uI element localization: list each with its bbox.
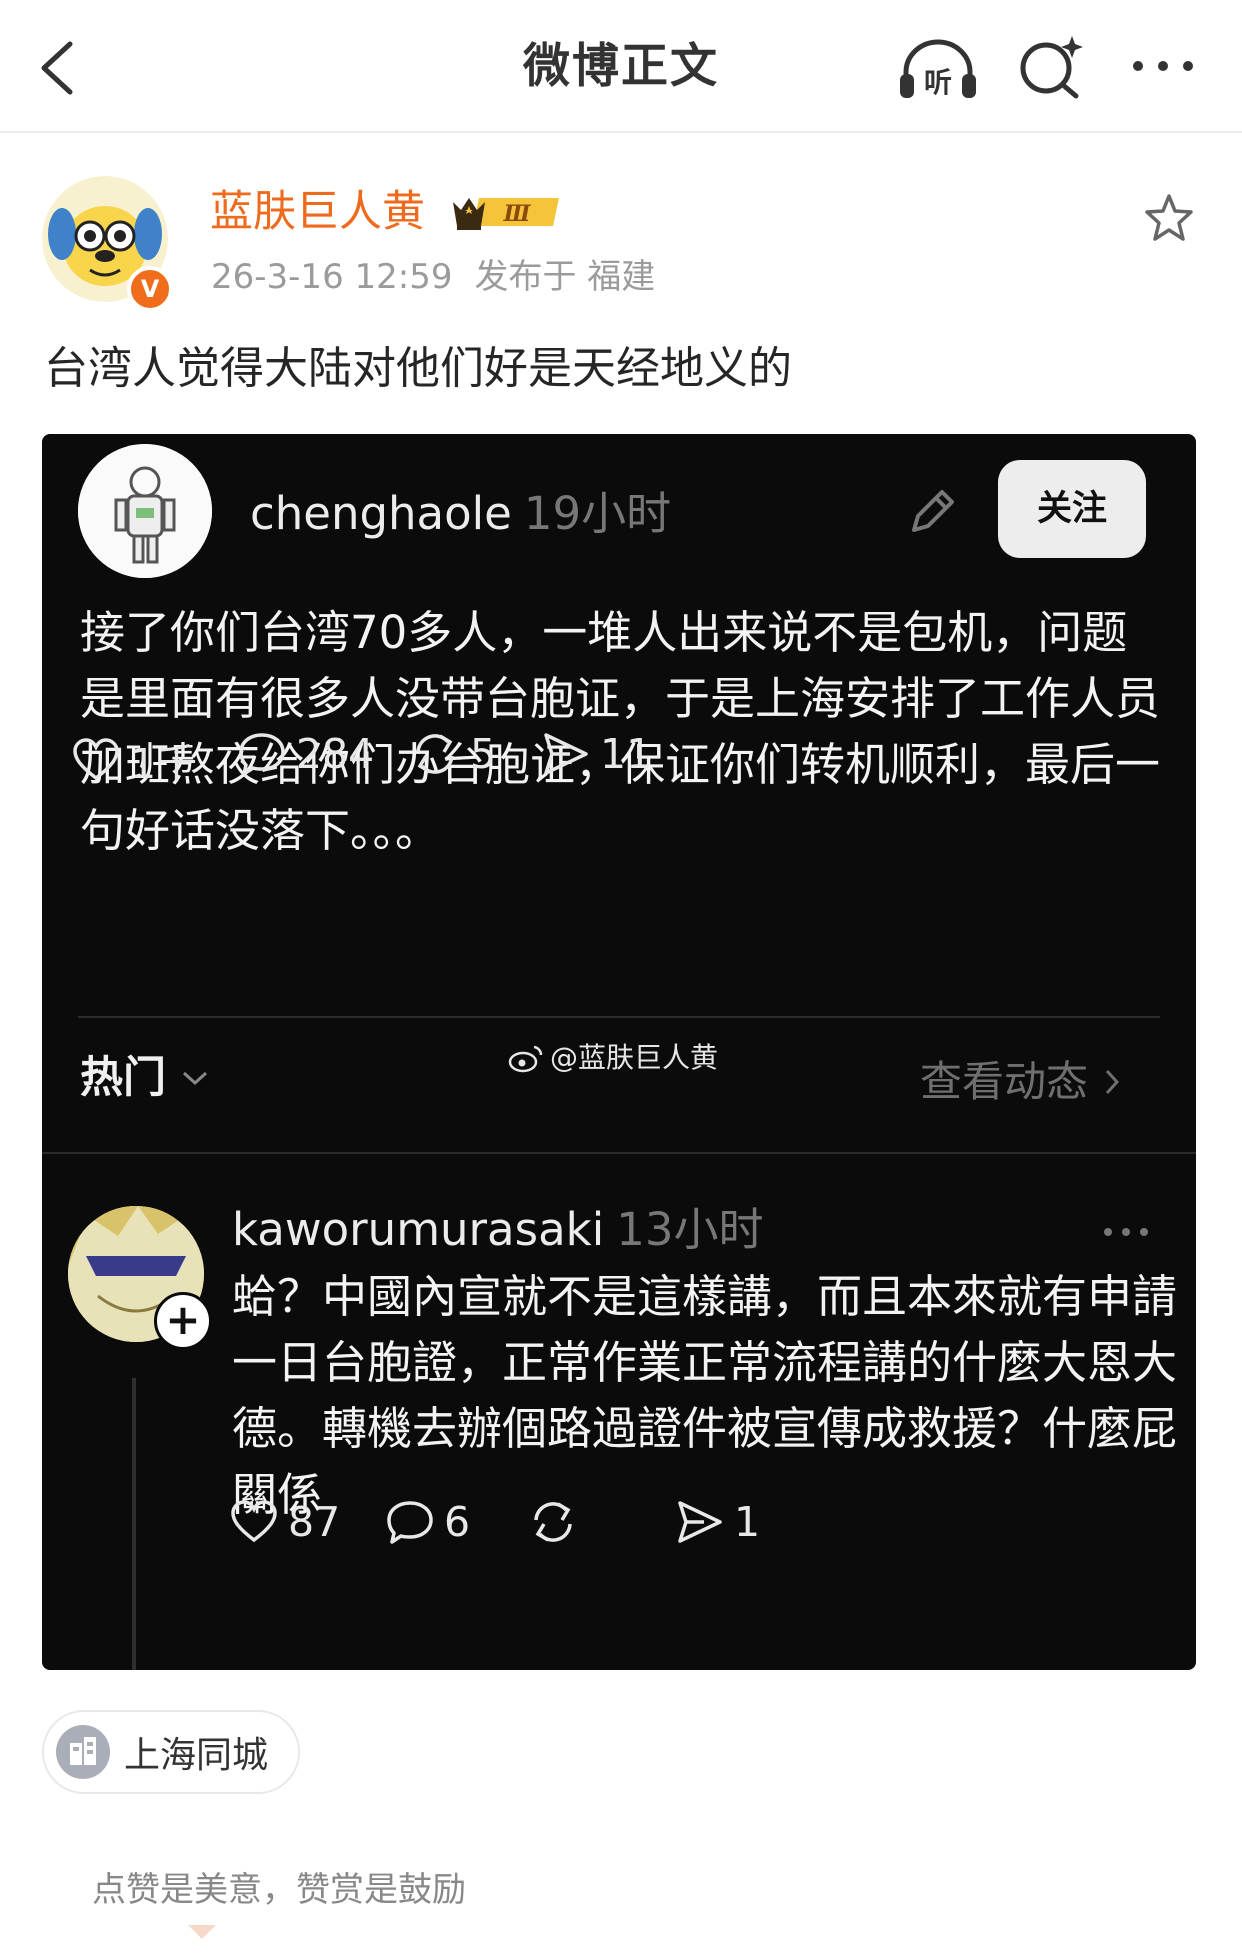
reply-like-stat: 87 [230,1498,340,1546]
repost-arrows-icon [534,1502,572,1542]
embedded-username: chenghaole [250,487,512,540]
edit-pencil-icon [912,490,954,532]
vip-level: Ⅲ [503,201,532,227]
divider [42,1152,1196,1154]
hot-sort-label: 热门 [80,1053,166,1103]
verified-badge: V [127,266,173,312]
post-date: 26-3-16 12:59 [211,257,453,297]
embedded-share-count: 11 [600,730,653,778]
favorite-star-icon[interactable] [1143,192,1195,244]
thread-line [132,1378,136,1670]
heart-icon [73,738,119,781]
author-name[interactable]: 蓝肤巨人黄 [210,182,425,242]
post-meta: 26-3-16 12:59 发布于 福建 [211,254,677,300]
repost-arrows-icon [416,734,454,774]
embedded-username-line: chenghaole 19小时 [250,482,671,546]
embedded-screenshot[interactable]: chenghaole 19小时 关注 接了你们台湾70多人，一堆人出来说不是包机，… [42,434,1196,1670]
share-send-icon [544,733,588,775]
follow-plus-icon: + [154,1292,212,1350]
reply-post-time: 13小时 [616,1203,764,1256]
listen-label: 听 [924,66,952,99]
weibo-logo-icon [508,1045,543,1073]
comment-bubble-icon [387,1501,433,1544]
post-location: 发布于 福建 [474,257,656,297]
embedded-like-stat: 1千 [72,730,197,790]
reply-username: kaworumurasaki [232,1203,605,1256]
vip-crown-badge[interactable]: Ⅲ [449,190,567,234]
watermark-text: @蓝肤巨人黄 [550,1041,719,1074]
more-options-icon[interactable] [1128,54,1198,78]
reply-comment-count: 6 [444,1498,471,1546]
topic-label: 上海同城 [124,1735,269,1776]
share-send-icon [678,1501,722,1543]
embedded-comment-count: 284 [296,730,375,778]
reply-username-line: kaworumurasaki 13小时 [232,1198,763,1262]
embedded-repost-count: 5 [470,730,497,778]
topic-chip-shanghai[interactable]: 上海同城 [42,1710,300,1794]
embedded-post-time: 19小时 [523,487,672,540]
view-activity-link: 查看动态 [920,1054,1120,1110]
post-text: 台湾人觉得大陆对他们好是天经地义的 [44,343,792,394]
reply-like-count: 87 [288,1498,341,1546]
follow-button: 关注 [998,460,1146,558]
divider [78,1016,1160,1018]
reply-body: 蛤？中國內宣就不是這樣講，而且本來就有申請一日台胞證，正常作業正常流程講的什麼大… [232,1270,1178,1521]
search-icon[interactable] [1016,34,1086,100]
city-building-icon [56,1725,110,1779]
comment-bubble-icon [239,733,285,776]
reply-share-stat: 1 [676,1498,760,1546]
embedded-user-avatar [78,444,212,578]
reply-repost-stat [528,1498,588,1546]
hot-sort-dropdown: 热门 [80,1050,210,1106]
embedded-repost-stat: 5 [410,730,496,778]
reply-share-count: 1 [734,1498,761,1546]
more-options-icon [1104,1228,1148,1236]
embedded-like-count: 1千 [130,740,198,788]
heart-icon [231,1500,277,1543]
listen-headphones-icon[interactable]: 听 [896,38,980,102]
reward-prompt: 点赞是美意，赞赏是鼓励 [92,1870,466,1910]
view-activity-label: 查看动态 [920,1057,1089,1106]
reply-comment-stat: 6 [386,1498,470,1546]
weibo-watermark: @蓝肤巨人黄 [508,1038,718,1078]
embedded-share-stat: 11 [542,730,652,778]
reward-pointer [188,1925,216,1939]
chevron-down-icon [182,1071,208,1086]
embedded-comment-stat: 284 [238,730,374,778]
chevron-right-icon [1105,1069,1120,1095]
